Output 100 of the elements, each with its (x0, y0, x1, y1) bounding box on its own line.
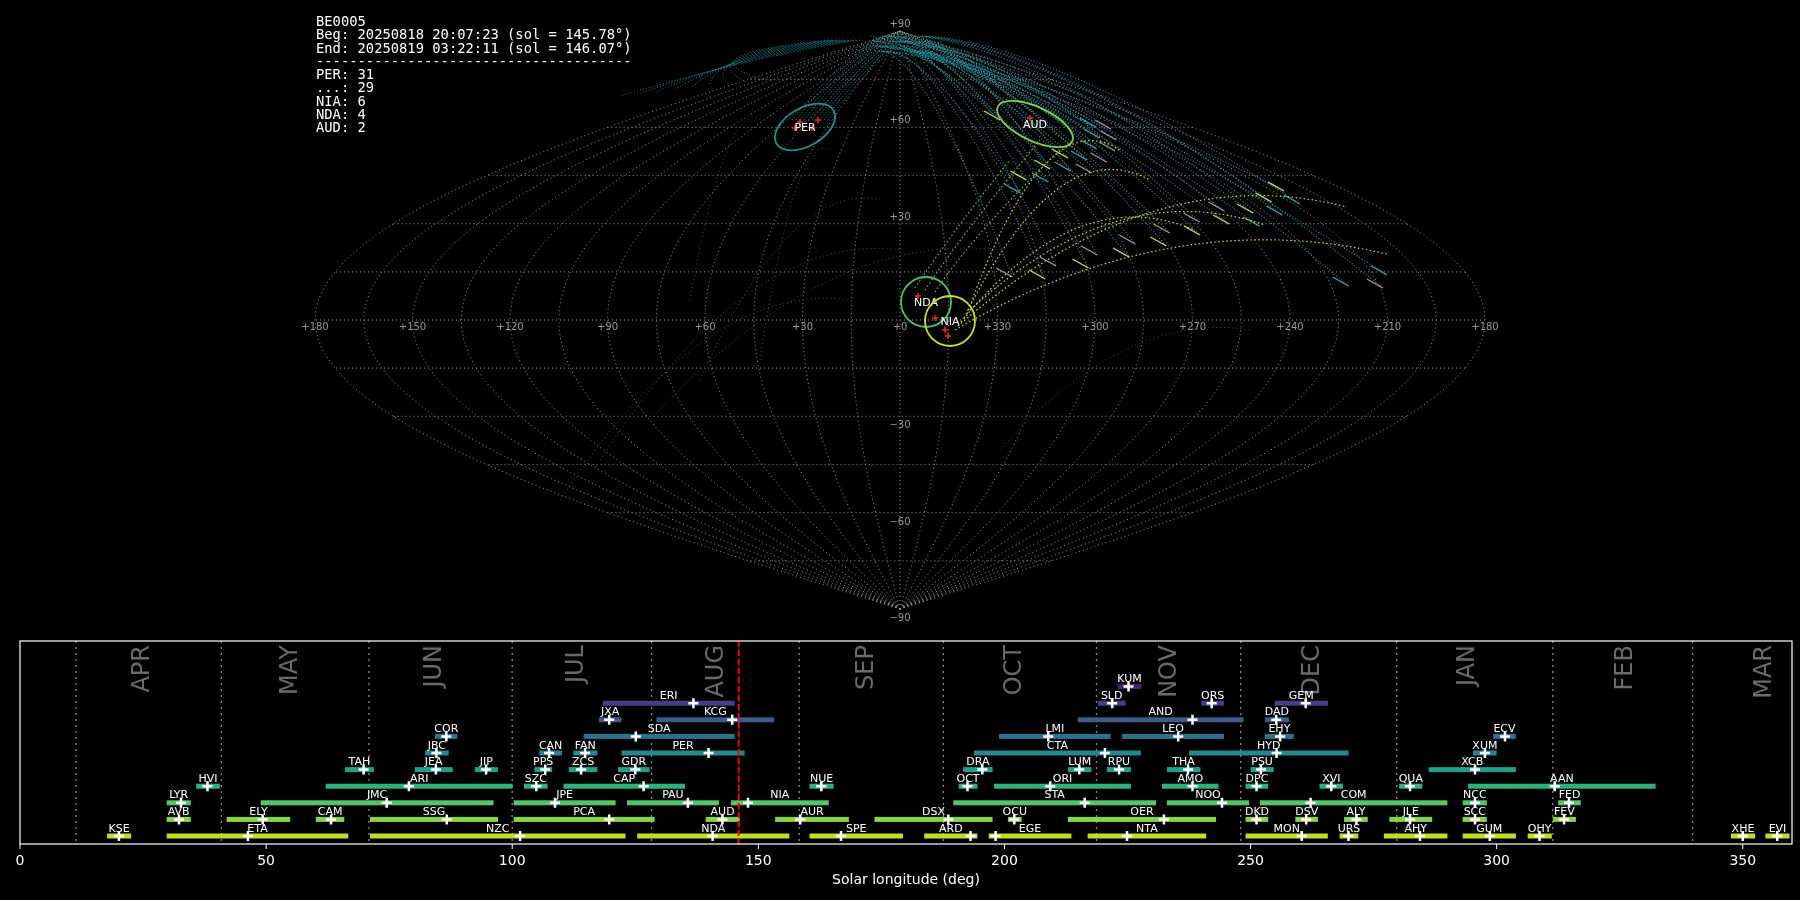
month-label: MAY (275, 645, 304, 695)
longitude-label: +150 (398, 321, 427, 332)
peak-marker (1468, 763, 1482, 776)
peak-marker (1112, 763, 1126, 776)
axis-tick-label: 200 (991, 852, 1018, 868)
shower-label: ALY (1346, 804, 1366, 818)
shower-label: CAP (613, 771, 636, 785)
longitude-label: +240 (1276, 321, 1304, 332)
radiant-label: NIA (940, 315, 960, 328)
peak-marker (1078, 796, 1091, 810)
peak-marker (637, 779, 650, 793)
shower-label: NZC (485, 821, 510, 835)
peak-marker (440, 813, 454, 826)
shower-label: KSE (108, 821, 130, 835)
axis-tick-label: 0 (15, 852, 25, 868)
radiant-label: AUD (1023, 118, 1047, 131)
shower-label: SZC (524, 771, 547, 785)
shower-label: JXA (601, 705, 620, 719)
peak-marker (687, 696, 700, 710)
shower-label: CAN (538, 738, 563, 752)
shower-label: ELY (249, 804, 268, 818)
shower-label: XCB (1461, 755, 1484, 769)
shower-label: NOO (1195, 788, 1221, 802)
longitude-label: +120 (496, 321, 524, 332)
axis-tick-label: 150 (744, 852, 772, 868)
shower-label: COM (1340, 788, 1367, 802)
peak-marker (1181, 763, 1195, 776)
shower-label: CAM (317, 804, 343, 818)
longitude-label: +180 (1471, 321, 1499, 332)
shower-label: FEV (1553, 804, 1575, 818)
month-label: NOV (1153, 645, 1182, 698)
shower-label: PPS (533, 755, 554, 769)
shower-label: SDA (647, 721, 671, 735)
peak-marker (793, 813, 807, 826)
shower-label: AND (1148, 705, 1173, 719)
longitude-label: +90 (596, 321, 619, 332)
peak-marker (602, 813, 616, 826)
peak-marker (1122, 680, 1135, 693)
shower-label: CTA (1046, 738, 1068, 752)
month-label: MAR (1749, 645, 1778, 699)
month-label: AUG (701, 645, 730, 698)
peak-marker (538, 763, 552, 776)
shower-label: LUM (1068, 755, 1092, 769)
longitude-label: +0 (892, 321, 908, 332)
shower-label: ORI (1052, 771, 1073, 785)
shower-label: SSG (422, 804, 446, 818)
longitude-label: +60 (694, 321, 716, 332)
shower-label: SPE (846, 821, 867, 835)
shower-label: JIP (479, 755, 493, 769)
axis-tick-label: 250 (1237, 852, 1264, 868)
shower-label: SLD (1100, 688, 1123, 702)
peak-marker (976, 763, 989, 776)
peak-marker (964, 829, 977, 843)
shower-label: OCU (1002, 804, 1027, 818)
shower-label: ARI (410, 771, 429, 785)
peak-marker (1008, 813, 1021, 826)
shower-label: XHE (1731, 821, 1755, 835)
shower-label: KUM (1117, 672, 1142, 686)
peak-marker (702, 746, 715, 760)
axis-tick-label: 50 (257, 852, 276, 868)
shower-label: FAN (574, 738, 596, 752)
peak-marker (324, 813, 338, 826)
shower-label: DPC (1245, 771, 1269, 785)
shower-label: LYR (169, 788, 189, 802)
peak-marker (256, 813, 269, 826)
month-label: OCT (999, 645, 1028, 696)
peak-marker (1299, 813, 1313, 826)
latitude-label: −90 (889, 611, 911, 623)
shower-label: JPE (556, 788, 573, 802)
info-line: End: 20250819 03:22:11 (sol = 146.07°) (316, 41, 632, 55)
peak-marker (629, 730, 643, 743)
longitude-label: +300 (1081, 321, 1109, 332)
longitude-label: +180 (301, 321, 329, 332)
peak-marker (1250, 813, 1263, 826)
peak-marker (1498, 730, 1512, 743)
shower-label: PCA (573, 804, 595, 818)
shower-label: STA (1044, 788, 1065, 802)
shower-label: HVI (198, 771, 218, 785)
shower-label: LEO (1162, 721, 1184, 735)
peak-marker (1215, 796, 1229, 810)
shower-label: QUA (1398, 771, 1423, 785)
shower-label: NDA (701, 821, 726, 835)
peak-marker (172, 813, 186, 826)
month-label: SEP (851, 645, 880, 690)
peak-marker (357, 763, 370, 776)
peak-marker (513, 829, 527, 843)
shower-label: XUM (1472, 738, 1498, 752)
peak-marker (1254, 763, 1268, 776)
count-line: AUD: 2 (316, 121, 366, 135)
shower-label: PER (672, 738, 694, 752)
peak-marker (989, 829, 1002, 843)
count-line: NIA: 6 (316, 94, 366, 109)
peak-marker (741, 796, 755, 810)
shower-label: PAU (662, 788, 684, 802)
peak-marker (1186, 713, 1199, 727)
shower-label: JEA (424, 755, 443, 769)
axis-tick-label: 350 (1729, 852, 1757, 868)
shower-label: AVB (167, 804, 190, 818)
shower-label: XVI (1322, 771, 1341, 785)
shower-label: DAD (1264, 705, 1290, 719)
